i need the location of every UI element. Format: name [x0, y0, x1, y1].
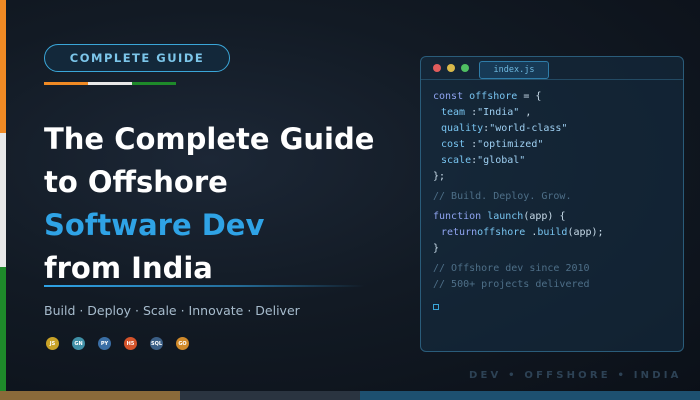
- code-line: scale:"global": [441, 155, 526, 166]
- bottom-band-segment: [0, 391, 180, 400]
- code-editor-window: index.js const offshore = { team :"India…: [420, 56, 684, 352]
- tricolor-bar-green: [132, 82, 176, 85]
- code-line: cost :"optimized": [441, 139, 544, 150]
- code-comment: // 500+ projects delivered: [433, 279, 590, 290]
- window-maximize-dot-icon: [461, 64, 469, 72]
- code-line: quality:"world-class": [441, 123, 568, 134]
- code-line: function launch(app) {: [433, 211, 566, 222]
- flag-stripe-saffron: [0, 0, 6, 133]
- editor-title-bar: index.js: [421, 57, 683, 80]
- editor-tab-index-js: index.js: [479, 61, 549, 79]
- page-title: The Complete Guide to Offshore Software …: [44, 118, 374, 290]
- code-line: };: [433, 171, 446, 182]
- golang-icon: GO: [176, 337, 189, 350]
- text-cursor-icon: [433, 304, 439, 310]
- flag-stripe-white: [0, 133, 6, 267]
- tricolor-bar-saffron: [44, 82, 88, 85]
- code-comment: // Build. Deploy. Grow.: [433, 191, 572, 202]
- bottom-band-segment: [180, 391, 360, 400]
- title-line-1: The Complete Guide: [44, 122, 375, 156]
- window-minimize-dot-icon: [447, 64, 455, 72]
- code-line: }: [433, 243, 440, 254]
- tech-icons-row: JS GN PY H5 SQL GO: [46, 337, 189, 350]
- title-line-4: from India: [44, 251, 213, 285]
- title-divider: [44, 285, 364, 287]
- js-icon: JS: [46, 337, 59, 350]
- title-line-3-accent: Software Dev: [44, 208, 265, 242]
- go-icon: GN: [72, 337, 85, 350]
- code-line: team :"India" ,: [441, 107, 532, 118]
- window-close-dot-icon: [433, 64, 441, 72]
- code-line: returnoffshore .build(app);: [441, 227, 604, 238]
- sql-icon: SQL: [150, 337, 163, 350]
- code-line: const offshore = {: [433, 91, 542, 102]
- title-line-2: to Offshore: [44, 165, 228, 199]
- flag-stripe-green: [0, 267, 6, 400]
- code-comment: // Offshore dev since 2010: [433, 263, 590, 274]
- html5-icon: H5: [124, 337, 137, 350]
- bottom-band-segment: [360, 391, 700, 400]
- tagline: Build · Deploy · Scale · Innovate · Deli…: [44, 303, 300, 318]
- complete-guide-badge: COMPLETE GUIDE: [44, 44, 230, 72]
- tricolor-bar-white: [88, 82, 132, 85]
- footer-tagline: DEV • OFFSHORE • INDIA: [469, 370, 682, 381]
- python-icon: PY: [98, 337, 111, 350]
